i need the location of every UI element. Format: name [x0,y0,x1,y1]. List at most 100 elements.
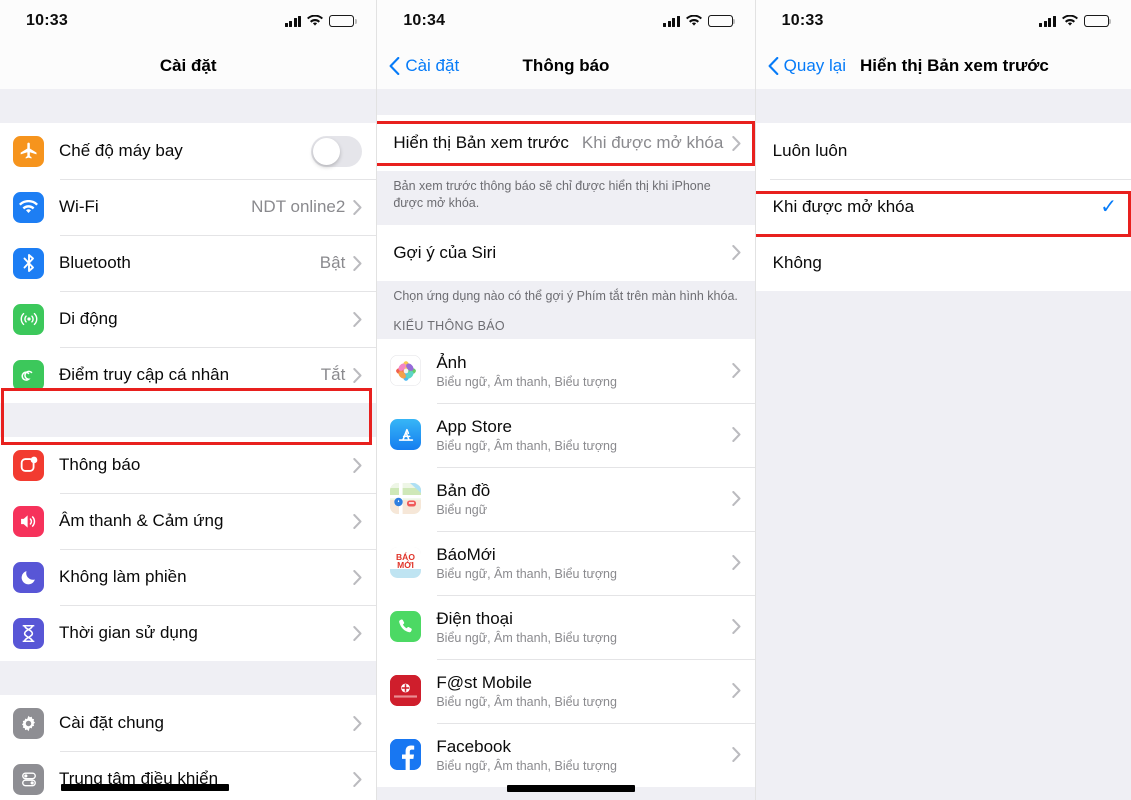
sidebar-item-do-not-disturb[interactable]: Không làm phiền [0,549,377,605]
status-bar: 10:33 [0,0,377,42]
app-name: Bản đồ [436,481,491,500]
chevron-right-icon [353,715,362,731]
battery-icon [707,15,735,27]
sidebar-item-airplane-mode[interactable]: Chế độ máy bay [0,123,377,179]
chevron-right-icon [731,245,741,261]
list-item-texts: F@st Mobile Biểu ngữ, Âm thanh, Biểu tượ… [436,672,731,709]
sidebar-item-control-center[interactable]: Trung tâm điều khiển [0,751,377,800]
back-button[interactable]: Quay lại [768,56,846,76]
sidebar-item-label: Thời gian sử dụng [59,623,198,643]
status-time: 10:33 [781,12,824,29]
show-previews-row[interactable]: Hiển thị Bản xem trước Khi được mở khóa [377,115,755,171]
control-center-icon [13,763,44,795]
options-group: Luôn luôn Khi được mở khóa ✓ Không [755,123,1131,291]
redaction-bar [507,785,636,792]
chevron-right-icon [353,625,362,641]
option-when-unlocked[interactable]: Khi được mở khóa ✓ [755,179,1131,235]
app-name: Ảnh [436,353,467,372]
facebook-app-icon [390,739,422,771]
sidebar-item-wifi[interactable]: Wi-Fi NDT online2 [0,179,377,235]
sidebar-item-label: Cài đặt chung [59,713,164,733]
bluetooth-icon [13,247,44,279]
sidebar-item-general[interactable]: Cài đặt chung [0,695,377,751]
phone-app-icon [390,611,422,643]
notification-style-header: KIỂU THÔNG BÁO [377,309,755,339]
app-name: Facebook [436,737,511,756]
chevron-right-icon [731,363,741,379]
phone-screen-notifications: 10:34 Cài đặt Thông báo Hiển thị Bản xem… [376,0,755,800]
app-notification-modes: Biểu ngữ, Âm thanh, Biểu tượng [436,439,617,454]
chevron-right-icon [353,367,362,383]
option-label: Không [772,253,822,273]
app-name: BáoMới [436,545,496,564]
app-store-icon [390,419,422,451]
option-always[interactable]: Luôn luôn [755,123,1131,179]
airplane-icon [13,135,44,167]
list-item[interactable]: F@st Mobile Biểu ngữ, Âm thanh, Biểu tượ… [377,658,755,723]
airplane-mode-toggle[interactable] [311,135,363,167]
chevron-right-icon [353,457,362,473]
list-item-texts: Ảnh Biểu ngữ, Âm thanh, Biểu tượng [436,352,731,389]
notifications-icon [13,449,44,481]
sidebar-item-screen-time[interactable]: Thời gian sử dụng [0,605,377,661]
siri-group: Gợi ý của Siri [377,224,755,281]
chevron-left-icon [768,56,779,75]
settings-list: Chế độ máy bay Wi-Fi NDT online2 Bluetoo [0,89,377,800]
preview-options-list: Luôn luôn Khi được mở khóa ✓ Không [755,89,1131,800]
list-item[interactable]: Ảnh Biểu ngữ, Âm thanh, Biểu tượng [377,338,755,403]
option-label: Khi được mở khóa [772,197,915,217]
list-item[interactable]: Bản đồ Biểu ngữ [377,466,755,531]
wifi-network-value: NDT online2 [251,197,346,216]
siri-suggestions-row[interactable]: Gợi ý của Siri [377,224,755,281]
fast-mobile-app-icon [390,675,422,707]
sidebar-item-label: Điểm truy cập cá nhân [59,365,230,385]
cellular-icon [13,303,44,335]
list-item[interactable]: App Store Biểu ngữ, Âm thanh, Biểu tượng [377,402,755,467]
app-name: F@st Mobile [436,673,532,692]
chevron-right-icon [353,199,362,215]
status-indicators [284,15,357,27]
sidebar-item-label: Chế độ máy bay [59,141,183,161]
three-phone-screenshots: 10:33 Cài đặt Chế độ máy bay Wi-Fi NDT o… [0,0,1131,800]
app-name: Điện thoại [436,609,513,628]
do-not-disturb-icon [13,561,44,593]
siri-suggestions-footnote: Chọn ứng dụng nào có thể gợi ý Phím tắt … [377,280,755,310]
back-button[interactable]: Cài đặt [389,56,459,76]
list-item-texts: Điện thoại Biểu ngữ, Âm thanh, Biểu tượn… [436,608,731,645]
screen-time-icon [13,617,44,649]
cellular-bars-icon [663,15,680,27]
wifi-icon [307,15,324,27]
svg-text:MỚI: MỚI [397,559,414,570]
general-gear-icon [13,707,44,739]
bluetooth-state-value: Bật [319,253,346,272]
list-item[interactable]: Điện thoại Biểu ngữ, Âm thanh, Biểu tượn… [377,594,755,659]
photos-app-icon [390,355,422,387]
show-previews-footnote: Bản xem trước thông báo sẽ chỉ được hiển… [377,171,755,225]
wifi-icon [13,191,44,223]
phone-screen-settings: 10:33 Cài đặt Chế độ máy bay Wi-Fi NDT o… [0,0,377,800]
group-gap [0,661,377,695]
sidebar-item-cellular[interactable]: Di động [0,291,377,347]
sidebar-item-bluetooth[interactable]: Bluetooth Bật [0,235,377,291]
sidebar-item-label: Thông báo [59,455,141,475]
group-gap [0,403,377,437]
list-item[interactable]: Facebook Biểu ngữ, Âm thanh, Biểu tượng [377,722,755,787]
maps-app-icon [390,483,422,515]
siri-suggestions-label: Gợi ý của Siri [393,243,497,263]
sidebar-item-sounds-haptics[interactable]: Âm thanh & Cảm ứng [0,493,377,549]
wifi-icon [685,15,702,27]
option-never[interactable]: Không [755,235,1131,291]
redaction-bar [61,784,229,791]
battery-icon [329,15,357,27]
list-top-gap [0,89,377,123]
sidebar-item-personal-hotspot[interactable]: Điểm truy cập cá nhân Tắt [0,347,377,403]
sidebar-item-notifications[interactable]: Thông báo [0,437,377,493]
list-item[interactable]: BÁO MỚI BáoMới Biểu ngữ, Âm thanh, Biểu … [377,530,755,595]
app-notification-modes: Biểu ngữ, Âm thanh, Biểu tượng [436,375,617,390]
chevron-right-icon [353,513,362,529]
cellular-bars-icon [1039,15,1056,27]
status-time: 10:33 [26,12,68,29]
back-button-label: Quay lại [783,55,847,75]
sidebar-item-label: Di động [59,309,118,329]
chevron-right-icon [731,747,741,763]
